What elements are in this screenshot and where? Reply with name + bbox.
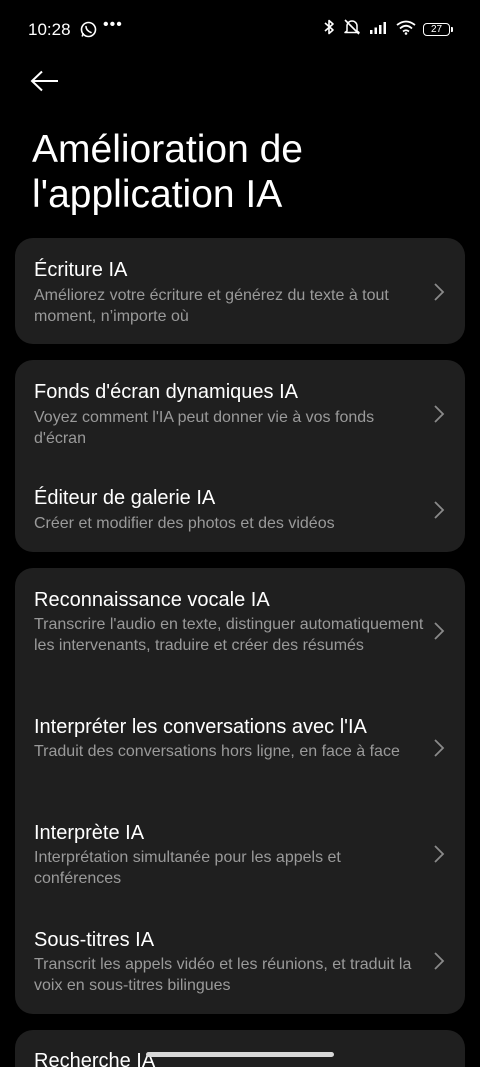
item-description: Créer et modifier des photos et des vidé… <box>34 515 335 532</box>
more-dots-icon: ••• <box>103 16 123 33</box>
list-item-interpret-conversations[interactable]: Interpréter les conversations avec l'IA … <box>15 698 465 804</box>
status-icons: 27 <box>323 18 453 41</box>
item-title: Écriture IA <box>34 259 128 281</box>
chevron-right-icon <box>433 404 445 424</box>
list-item-ai-search[interactable]: Recherche IA <box>15 1030 465 1067</box>
vibrate-off-icon <box>342 18 362 41</box>
item-title: Sous-titres IA <box>34 929 155 951</box>
wifi-icon <box>396 20 416 40</box>
chevron-right-icon <box>433 621 445 641</box>
whatsapp-icon <box>80 21 97 38</box>
list-item-ai-writing[interactable]: Écriture IA Améliorez votre écriture et … <box>15 238 465 344</box>
item-description: Traduit des conversations hors ligne, en… <box>34 743 400 760</box>
item-title: Éditeur de galerie IA <box>34 487 216 509</box>
item-title: Interpréter les conversations avec l'IA <box>34 716 367 738</box>
item-description: Améliorez votre écriture et générez du t… <box>34 287 389 325</box>
chevron-right-icon <box>433 738 445 758</box>
item-description: Interprétation simultanée pour les appel… <box>34 849 341 887</box>
list-item-ai-interpreter[interactable]: Interprète IA Interprétation simultanée … <box>15 804 465 910</box>
item-title: Recherche IA <box>34 1050 156 1067</box>
page-title: Amélioration de l'application IA <box>32 128 303 216</box>
settings-group: Écriture IA Améliorez votre écriture et … <box>15 238 465 344</box>
home-indicator[interactable] <box>146 1052 334 1057</box>
chevron-right-icon <box>433 844 445 864</box>
status-time: 10:28 <box>28 20 71 39</box>
chevron-right-icon <box>433 282 445 302</box>
list-item-ai-subtitles[interactable]: Sous-titres IA Transcrit les appels vidé… <box>15 910 465 1014</box>
item-title: Interprète IA <box>34 822 145 844</box>
arrow-left-icon <box>30 70 60 97</box>
battery-level: 27 <box>430 23 443 35</box>
chevron-right-icon <box>433 500 445 520</box>
list-item-dynamic-wallpapers[interactable]: Fonds d'écran dynamiques IA Voyez commen… <box>15 360 465 468</box>
back-button[interactable] <box>30 66 68 100</box>
settings-group: Fonds d'écran dynamiques IA Voyez commen… <box>15 360 465 552</box>
item-description: Voyez comment l'IA peut donner vie à vos… <box>34 409 375 447</box>
battery-icon: 27 <box>423 23 453 36</box>
item-title: Fonds d'écran dynamiques IA <box>34 381 298 403</box>
item-description: Transcrit les appels vidéo et les réunio… <box>34 956 412 994</box>
list-item-gallery-editor[interactable]: Éditeur de galerie IA Créer et modifier … <box>15 468 465 552</box>
signal-icon <box>369 20 389 39</box>
chevron-right-icon <box>433 951 445 971</box>
bluetooth-icon <box>323 18 335 41</box>
status-bar: 10:28 ••• 27 <box>0 0 480 60</box>
item-description: Transcrire l'audio en texte, distinguer … <box>34 616 424 654</box>
item-title: Reconnaissance vocale IA <box>34 589 270 611</box>
list-item-voice-recognition[interactable]: Reconnaissance vocale IA Transcrire l'au… <box>15 568 465 698</box>
settings-group: Reconnaissance vocale IA Transcrire l'au… <box>15 568 465 1014</box>
settings-group: Recherche IA <box>15 1030 465 1067</box>
